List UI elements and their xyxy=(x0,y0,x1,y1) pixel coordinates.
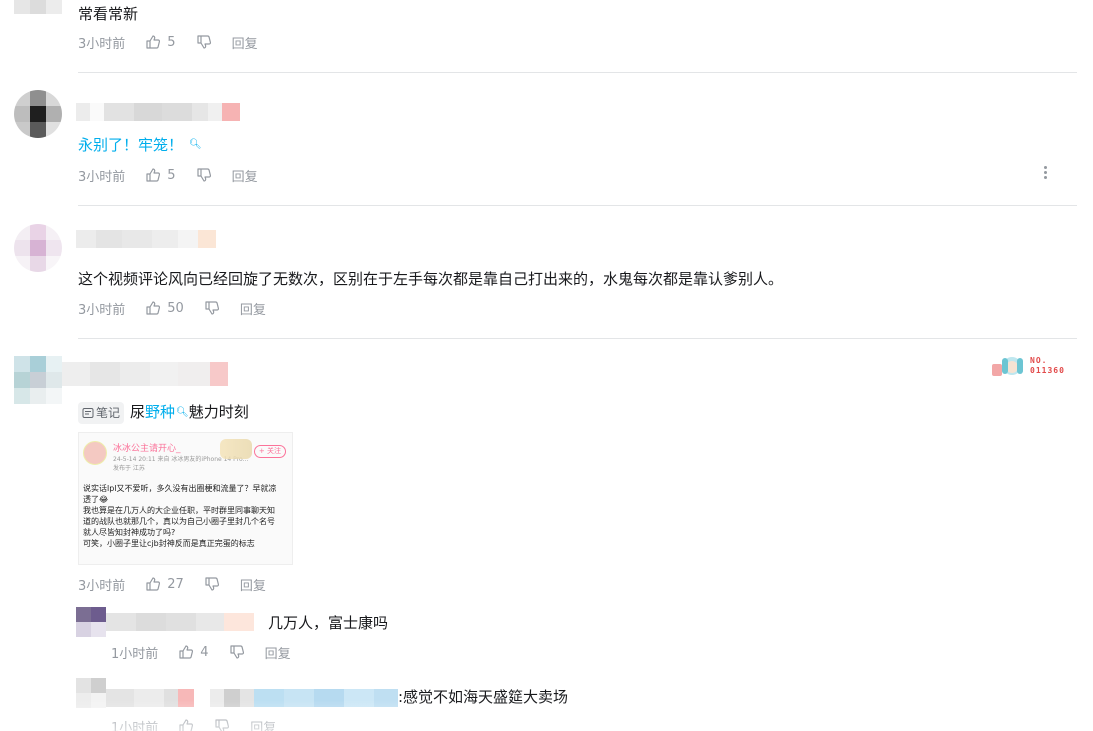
screenshot-location: 发布于 江苏 xyxy=(113,465,145,472)
divider xyxy=(78,338,1077,339)
thumb-up-icon xyxy=(146,35,161,49)
like-button[interactable]: 27 xyxy=(145,576,184,592)
reply-text: 几万人，富士康吗 xyxy=(268,614,389,632)
medal-line2: 011360 xyxy=(1030,366,1065,375)
avatar[interactable] xyxy=(76,678,106,708)
reply-time: 1小时前 xyxy=(111,720,159,731)
dislike-button[interactable] xyxy=(214,718,230,731)
reply-meta: 1小时前 回复 xyxy=(111,717,276,731)
like-button[interactable] xyxy=(178,718,194,731)
screenshot-header: 冰冰公主请开心_ 24-5-14 20:11 来自 冰冰男友的iPhone 14… xyxy=(83,439,288,472)
screenshot-avatar xyxy=(83,441,107,465)
comment-time: 3小时前 xyxy=(78,36,126,52)
comment-text: 笔记 尿野种🔍︎魅力时刻 xyxy=(78,401,249,424)
screenshot-line: 可笑，小圈子里让cjb封神反而是真正完蛋的标志 xyxy=(83,539,255,548)
thumb-down-icon xyxy=(196,35,211,49)
username-blurred[interactable] xyxy=(76,103,240,121)
comment-meta: 3小时前 50 回复 xyxy=(78,299,266,318)
comment-text: 常看常新 xyxy=(78,5,139,23)
thumb-up-icon xyxy=(179,719,194,731)
like-button[interactable]: 5 xyxy=(145,34,176,50)
thumb-down-icon xyxy=(229,645,244,659)
username-blurred[interactable] xyxy=(106,689,194,707)
reply-meta: 1小时前 4 回复 xyxy=(111,643,291,662)
screenshot-follow: + 关注 xyxy=(253,445,286,458)
comment-text[interactable]: 永别了！牢笼！ xyxy=(78,136,183,154)
note-icon xyxy=(82,407,94,418)
screenshot-line: 我也算是在几万人的大企业任职，平时群里同事聊天知 xyxy=(83,506,275,515)
dislike-button[interactable] xyxy=(204,300,220,316)
comment-meta: 3小时前 5 回复 xyxy=(78,166,258,185)
dislike-button[interactable] xyxy=(229,644,245,660)
screenshot-decoration xyxy=(220,439,252,459)
username-blurred[interactable] xyxy=(62,362,228,386)
reply-button[interactable]: 回复 xyxy=(232,33,258,52)
thumb-down-icon xyxy=(205,301,219,315)
comment-time: 3小时前 xyxy=(78,578,126,594)
like-count: 50 xyxy=(167,300,184,316)
medal-line1: NO. xyxy=(1030,356,1048,365)
comment-meta: 3小时前 5 回复 xyxy=(78,33,258,52)
like-count: 5 xyxy=(167,167,176,183)
more-options-icon[interactable] xyxy=(1037,164,1053,180)
reply-button[interactable]: 回复 xyxy=(265,643,291,662)
note-tag[interactable]: 笔记 xyxy=(78,401,125,424)
like-count: 5 xyxy=(167,34,176,50)
like-count: 4 xyxy=(200,644,209,660)
avatar[interactable] xyxy=(14,0,62,14)
comment-text-pre: 尿 xyxy=(130,403,146,421)
like-button[interactable]: 4 xyxy=(178,644,209,660)
mention-blurred[interactable] xyxy=(210,689,398,707)
screenshot-line: 透了😂 xyxy=(83,495,109,504)
divider xyxy=(78,72,1077,73)
screenshot-line: 道的战队也就那几个，真以为自己小圈子里封几个名号 xyxy=(83,517,275,526)
screenshot-username: 冰冰公主请开心_ xyxy=(113,444,181,454)
thumb-up-icon xyxy=(146,168,161,182)
like-button[interactable]: 50 xyxy=(145,300,184,316)
like-button[interactable]: 5 xyxy=(145,167,176,183)
note-tag-label: 笔记 xyxy=(96,405,121,420)
comment-text-link[interactable]: 永别了！牢笼！ 🔍︎ xyxy=(78,134,202,156)
search-icon[interactable]: 🔍︎ xyxy=(176,402,189,424)
dislike-button[interactable] xyxy=(204,576,220,592)
reply-button[interactable]: 回复 xyxy=(250,717,276,731)
like-count: 27 xyxy=(167,576,184,592)
reply-text: :感觉不如海天盛筵大卖场 xyxy=(398,688,569,706)
reply-time: 1小时前 xyxy=(111,646,159,662)
medal-number: NO. 011360 xyxy=(1030,356,1065,376)
comment-time: 3小时前 xyxy=(78,302,126,318)
fan-medal[interactable]: NO. 011360 xyxy=(988,352,1078,382)
dislike-button[interactable] xyxy=(196,34,212,50)
thumb-up-icon xyxy=(146,577,161,591)
username-blurred[interactable] xyxy=(106,613,254,631)
thumb-up-icon xyxy=(179,645,194,659)
avatar[interactable] xyxy=(14,356,62,404)
comment-meta: 3小时前 27 回复 xyxy=(78,575,266,594)
comment-text: 这个视频评论风向已经回旋了无数次，区别在于左手每次都是靠自己打出来的，水鬼每次都… xyxy=(78,270,784,288)
avatar[interactable] xyxy=(76,607,106,637)
keyword-link[interactable]: 野种 xyxy=(145,403,175,421)
medal-character-icon xyxy=(992,357,1023,376)
thumb-down-icon xyxy=(215,719,230,731)
username-blurred[interactable] xyxy=(76,230,216,248)
reply-button[interactable]: 回复 xyxy=(240,299,266,318)
thumb-down-icon xyxy=(196,168,211,182)
comment-image[interactable]: 冰冰公主请开心_ 24-5-14 20:11 来自 冰冰男友的iPhone 14… xyxy=(78,432,293,565)
comment-text-post: 魅力时刻 xyxy=(188,403,249,421)
thumb-up-icon xyxy=(146,301,161,315)
thumb-down-icon xyxy=(205,577,219,591)
screenshot-body: 说实话lpl又不爱听，多久没有出圈梗和流量了？早就凉 透了😂 我也算是在几万人的… xyxy=(83,483,290,549)
dislike-button[interactable] xyxy=(196,167,212,183)
screenshot-line: 就人尽皆知封神成功了吗? xyxy=(83,528,176,537)
reply-button[interactable]: 回复 xyxy=(232,166,258,185)
comment-time: 3小时前 xyxy=(78,169,126,185)
screenshot-line: 说实话lpl又不爱听，多久没有出圈梗和流量了？早就凉 xyxy=(83,484,277,493)
avatar[interactable] xyxy=(14,90,62,138)
search-icon[interactable]: 🔍︎ xyxy=(189,134,202,156)
avatar[interactable] xyxy=(14,224,62,272)
reply-button[interactable]: 回复 xyxy=(240,575,266,594)
divider xyxy=(78,205,1077,206)
